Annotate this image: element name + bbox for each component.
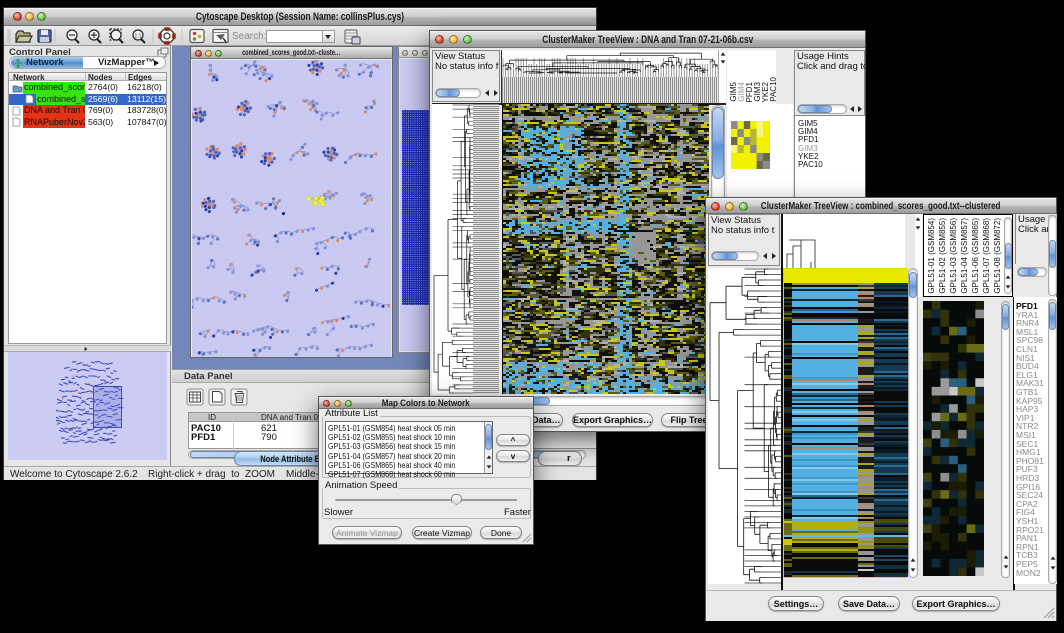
svg-text:1:1: 1:1 (135, 34, 142, 40)
svg-text:Search:: Search: (232, 31, 266, 42)
